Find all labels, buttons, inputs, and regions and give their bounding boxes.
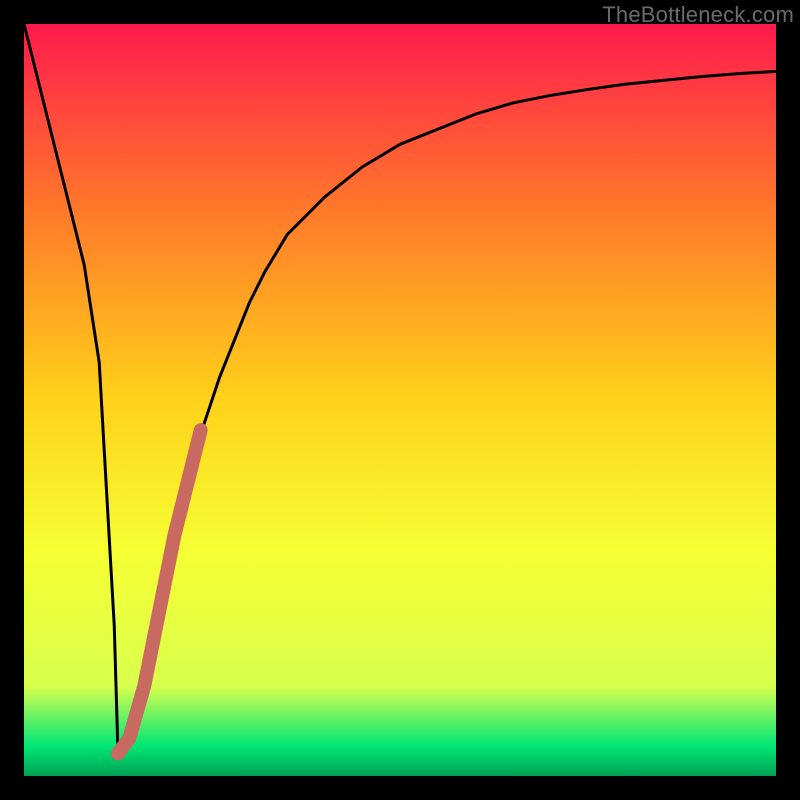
plot-svg bbox=[24, 24, 776, 776]
plot-area bbox=[24, 24, 776, 776]
gradient-bg bbox=[24, 24, 776, 776]
chart-frame: TheBottleneck.com bbox=[0, 0, 800, 800]
